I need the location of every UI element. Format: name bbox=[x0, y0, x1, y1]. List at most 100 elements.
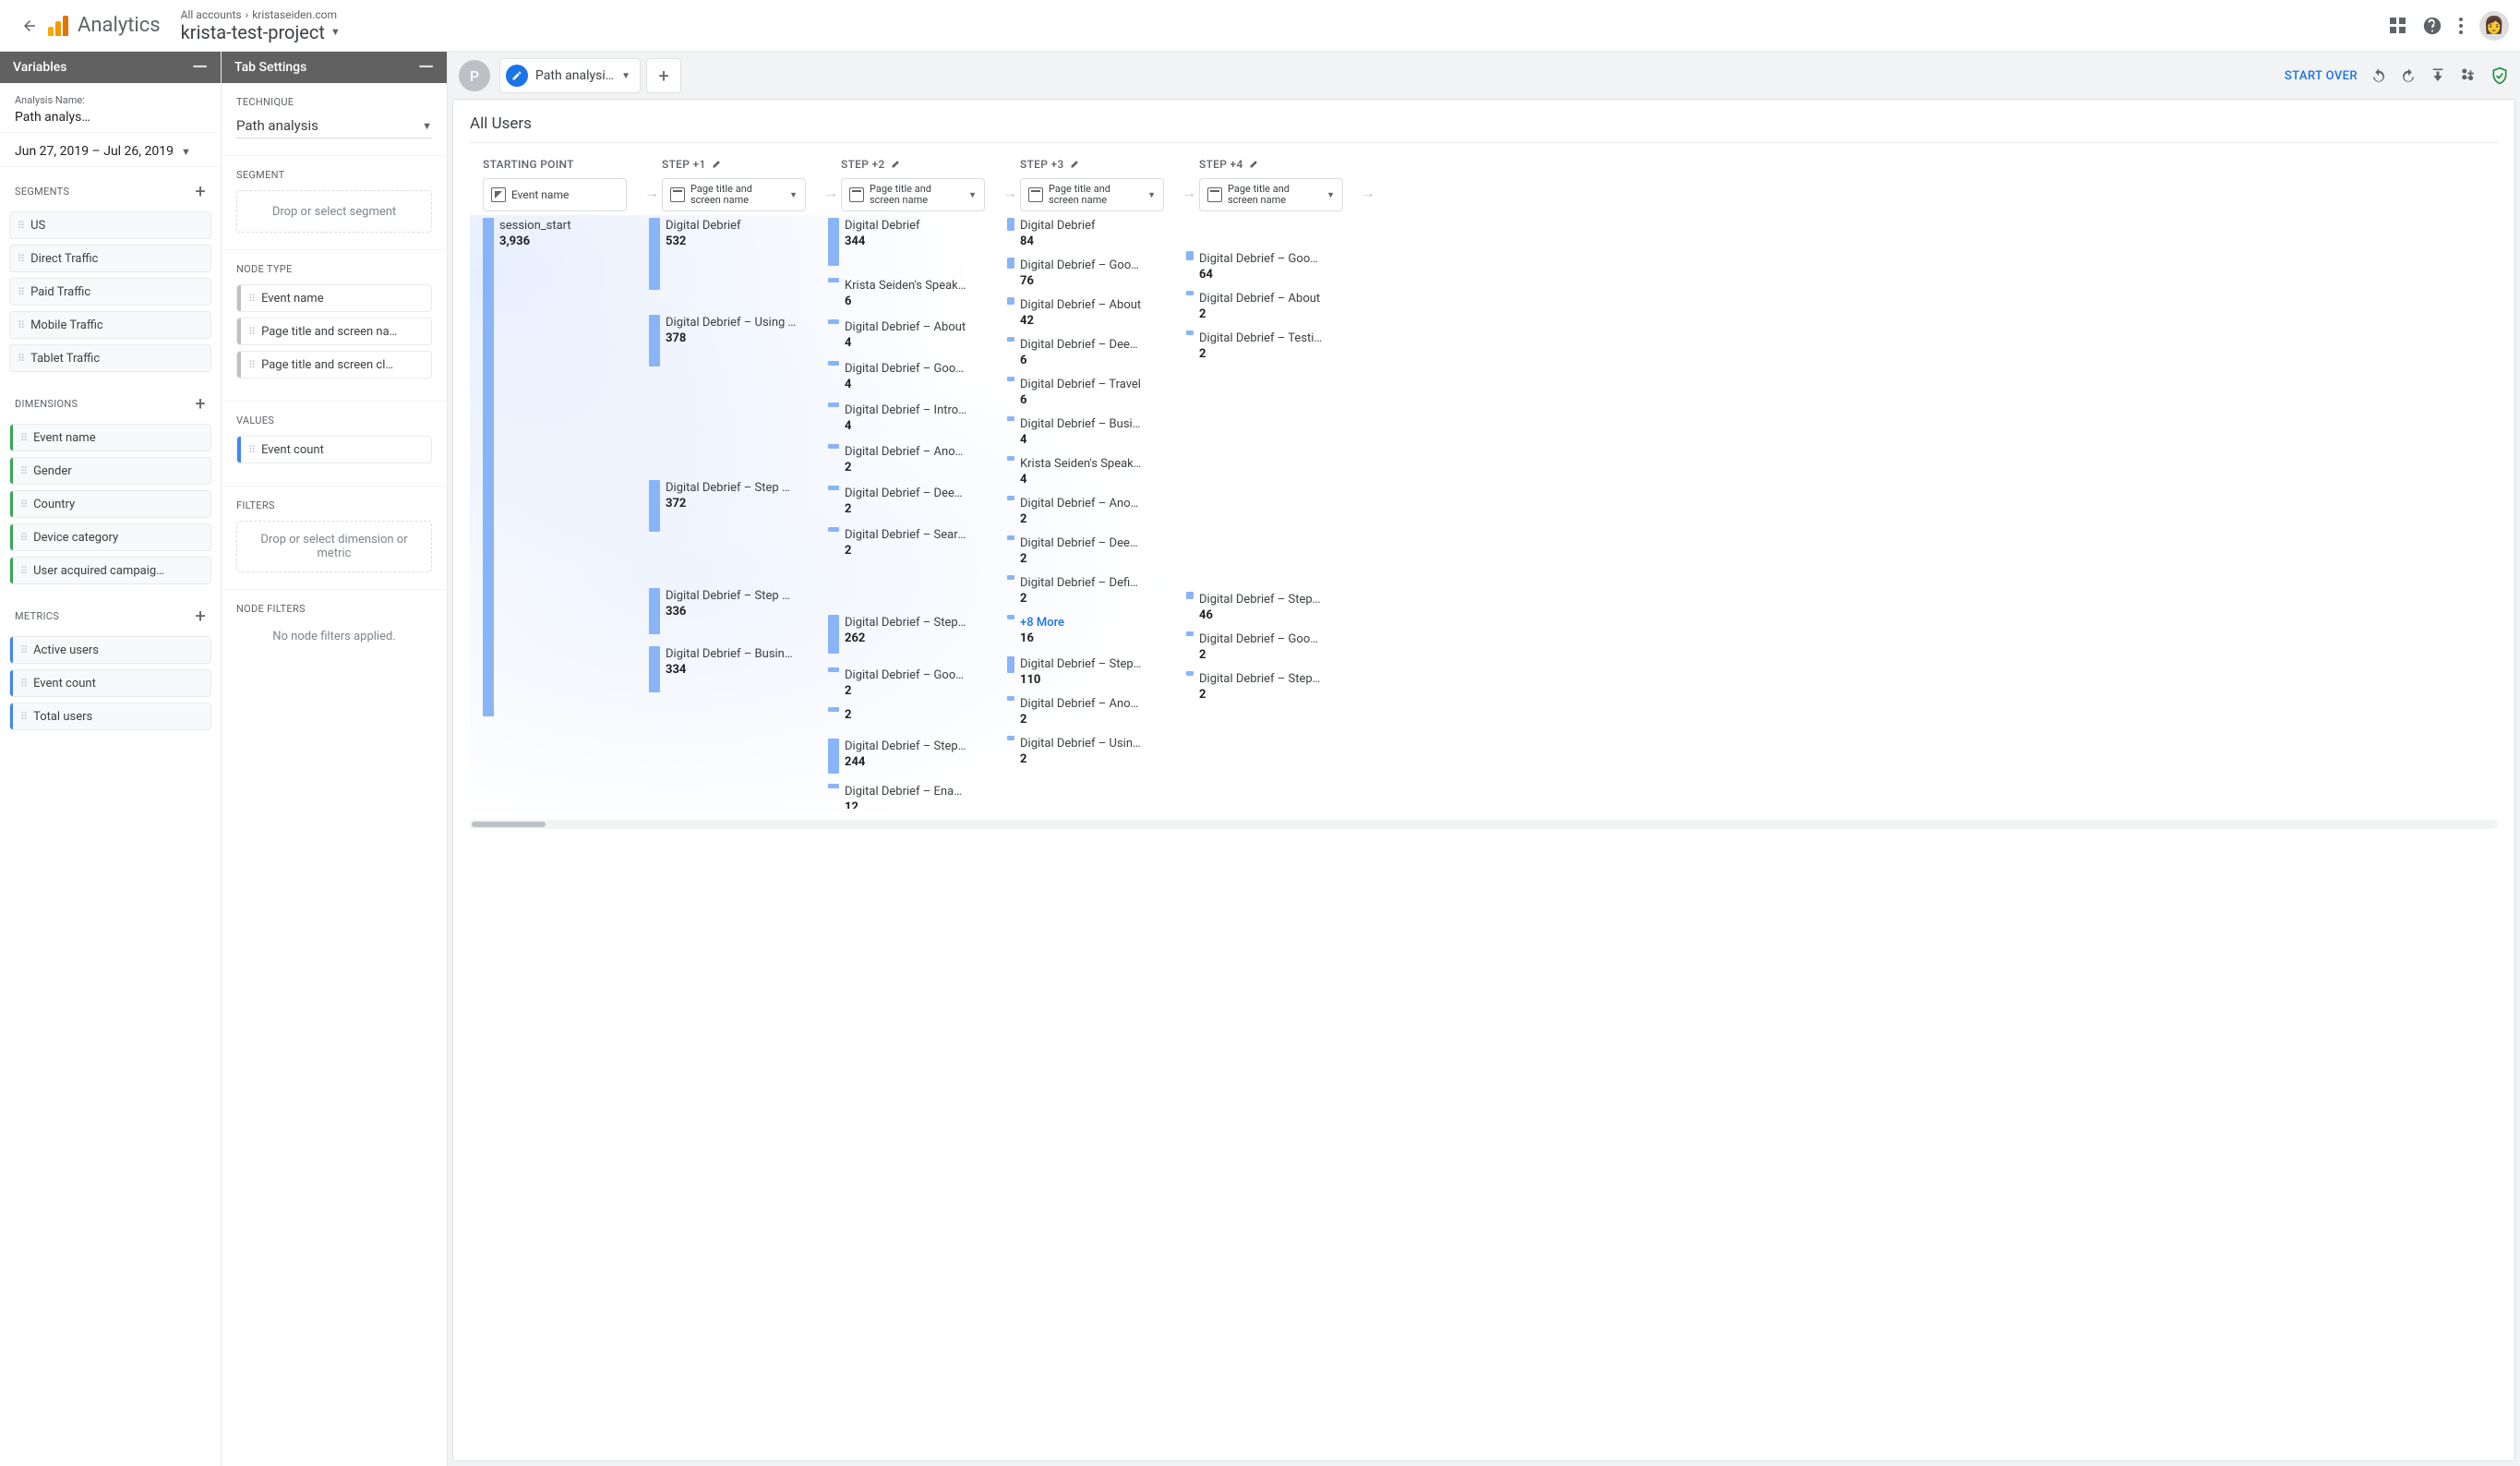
add-segment-icon[interactable]: + bbox=[195, 180, 206, 202]
kebab-menu-icon[interactable] bbox=[2459, 18, 2463, 34]
path-node[interactable]: Digital Debrief – Anom… 2 bbox=[828, 441, 987, 481]
path-node-title: Digital Debrief – Travel bbox=[1020, 377, 1141, 392]
analysis-name-value[interactable]: Path analys… bbox=[15, 110, 206, 125]
path-node[interactable]: Digital Debrief – Good… 2 bbox=[828, 665, 987, 704]
path-node[interactable]: Digital Debrief – Step-… 2 bbox=[1186, 668, 1345, 708]
path-node[interactable]: Digital Debrief – Deep-… 6 bbox=[1007, 334, 1166, 374]
chip-item[interactable]: ⠿Tablet Traffic bbox=[9, 344, 211, 372]
chip-item[interactable]: ⠿Event count bbox=[9, 669, 211, 697]
pencil-icon[interactable] bbox=[1249, 158, 1260, 172]
path-node[interactable]: Digital Debrief – Step … 244 bbox=[828, 736, 987, 779]
path-node[interactable]: Digital Debrief – Step … 262 bbox=[828, 612, 987, 659]
pencil-icon[interactable] bbox=[712, 158, 723, 172]
chip-item[interactable]: ⠿Active users bbox=[9, 636, 211, 664]
path-node[interactable]: Digital Debrief – About 2 bbox=[1186, 288, 1345, 328]
back-arrow-icon[interactable] bbox=[11, 18, 48, 34]
path-node[interactable]: Digital Debrief – Busin… 4 bbox=[1007, 414, 1166, 453]
chip-item[interactable]: ⠿Gender bbox=[9, 457, 211, 485]
download-icon[interactable] bbox=[2430, 67, 2446, 84]
nodetype-chip[interactable]: ⠿Page title and screen cl… bbox=[236, 351, 432, 379]
filters-dropzone[interactable]: Drop or select dimension or metric bbox=[236, 521, 432, 572]
path-node[interactable]: Digital Debrief 84 bbox=[1007, 215, 1166, 255]
path-node-count: 16 bbox=[1020, 631, 1064, 646]
start-over-button[interactable]: START OVER bbox=[2285, 69, 2358, 83]
starting-point-label: STARTING POINT bbox=[483, 158, 574, 171]
chip-item[interactable]: ⠿Mobile Traffic bbox=[9, 311, 211, 339]
preview-badge[interactable]: P bbox=[459, 60, 490, 91]
chip-item[interactable]: ⠿Direct Traffic bbox=[9, 245, 211, 272]
path-node[interactable]: Digital Debrief – About 42 bbox=[1007, 294, 1166, 334]
apps-icon[interactable] bbox=[2390, 18, 2406, 33]
path-node[interactable]: Digital Debrief – Using … 2 bbox=[1007, 733, 1166, 773]
path-node[interactable]: Digital Debrief – Good… 4 bbox=[828, 358, 987, 398]
chevron-down-icon[interactable]: ▼ bbox=[621, 71, 630, 81]
add-metric-icon[interactable]: + bbox=[195, 605, 206, 627]
path-node[interactable]: Digital Debrief – Good… 2 bbox=[1186, 629, 1345, 668]
chip-item[interactable]: ⠿Event name bbox=[9, 424, 211, 451]
path-node[interactable]: Digital Debrief – Step … 336 bbox=[649, 585, 808, 640]
redo-icon[interactable] bbox=[2400, 67, 2417, 84]
path-node[interactable]: Digital Debrief – Testi… 2 bbox=[1186, 328, 1345, 367]
nodetype-chip[interactable]: ⠿Page title and screen na… bbox=[236, 318, 432, 345]
starting-point-dropdown[interactable]: Event name bbox=[483, 178, 627, 211]
add-dimension-icon[interactable]: + bbox=[195, 392, 206, 415]
share-icon[interactable] bbox=[2459, 66, 2478, 85]
values-chip[interactable]: ⠿ Event count bbox=[236, 436, 432, 463]
collapse-variables-icon[interactable]: — bbox=[192, 56, 208, 79]
analytics-logo[interactable]: Analytics bbox=[48, 14, 181, 37]
path-node[interactable]: Digital Debrief – Anom… 2 bbox=[1007, 693, 1166, 733]
breadcrumb-account[interactable]: kristaseiden.com bbox=[252, 8, 337, 21]
horizontal-scrollbar[interactable] bbox=[470, 820, 2498, 829]
add-tab-button[interactable]: + bbox=[646, 58, 681, 93]
path-node[interactable]: Digital Debrief – Defini… 2 bbox=[1007, 572, 1166, 612]
path-node[interactable]: Digital Debrief – Step … 46 bbox=[1186, 589, 1345, 629]
chip-item[interactable]: ⠿US bbox=[9, 211, 211, 239]
segment-dropzone[interactable]: Drop or select segment bbox=[236, 190, 432, 233]
path-node[interactable]: Digital Debrief – About 4 bbox=[828, 317, 987, 356]
path-node[interactable]: Digital Debrief – Step … 110 bbox=[1007, 654, 1166, 693]
path-node[interactable]: Digital Debrief – Anom… 2 bbox=[1007, 493, 1166, 533]
path-node[interactable]: Krista Seiden's Speaki… 4 bbox=[1007, 453, 1166, 493]
more-link[interactable]: +8 More bbox=[1020, 615, 1064, 631]
path-node[interactable]: Digital Debrief 532 bbox=[649, 215, 808, 295]
breadcrumb-accounts[interactable]: All accounts bbox=[181, 8, 242, 21]
collapse-settings-icon[interactable]: — bbox=[418, 56, 434, 79]
path-node[interactable]: Digital Debrief 344 bbox=[828, 215, 987, 271]
path-node[interactable]: +8 More 16 bbox=[1007, 612, 1166, 652]
path-node[interactable]: Digital Debrief – Deep-… 2 bbox=[828, 483, 987, 523]
date-range-dropdown[interactable]: Jun 27, 2019 – Jul 26, 2019 ▼ bbox=[15, 144, 206, 159]
step4-dropdown[interactable]: Page title and screen name▼ bbox=[1199, 178, 1343, 211]
step3-dropdown[interactable]: Page title and screen name▼ bbox=[1020, 178, 1164, 211]
undo-icon[interactable] bbox=[2370, 67, 2387, 84]
path-node[interactable]: Digital Debrief – Travel 6 bbox=[1007, 374, 1166, 414]
path-node[interactable]: Digital Debrief – Step … 372 bbox=[649, 477, 808, 537]
path-node[interactable]: Digital Debrief – Introd… 4 bbox=[828, 400, 987, 439]
path-node[interactable]: Digital Debrief – Enabl… 12 bbox=[828, 781, 987, 814]
chip-item[interactable]: ⠿User acquired campaig… bbox=[9, 557, 211, 584]
breadcrumb[interactable]: All accounts › kristaseiden.com bbox=[181, 8, 341, 21]
chip-item[interactable]: ⠿Device category bbox=[9, 523, 211, 551]
step1-dropdown[interactable]: Page title and screen name▼ bbox=[662, 178, 806, 211]
path-node[interactable]: Digital Debrief – Busin… 334 bbox=[649, 643, 808, 698]
path-node[interactable]: Digital Debrief – Good… 76 bbox=[1007, 255, 1166, 294]
nodetype-chip[interactable]: ⠿Event name bbox=[236, 284, 432, 312]
path-node[interactable]: Digital Debrief – Using … 378 bbox=[649, 312, 808, 372]
path-node[interactable]: Krista Seiden's Speaki… 6 bbox=[828, 275, 987, 315]
step2-dropdown[interactable]: Page title and screen name▼ bbox=[841, 178, 985, 211]
technique-dropdown[interactable]: Path analysis ▼ bbox=[236, 117, 432, 138]
path-node[interactable]: Digital Debrief – Searc… 2 bbox=[828, 524, 987, 564]
path-node[interactable]: Digital Debrief – Good… 64 bbox=[1186, 248, 1345, 288]
help-icon[interactable] bbox=[2422, 16, 2442, 36]
chip-item[interactable]: ⠿Paid Traffic bbox=[9, 278, 211, 306]
property-dropdown[interactable]: krista-test-project ▼ bbox=[181, 21, 341, 43]
avatar[interactable]: 👩 bbox=[2479, 11, 2509, 41]
pencil-icon[interactable] bbox=[1070, 158, 1081, 172]
path-node[interactable]: 2 bbox=[828, 704, 987, 728]
chip-item[interactable]: ⠿Country bbox=[9, 490, 211, 518]
shield-check-icon[interactable] bbox=[2490, 66, 2509, 85]
path-node[interactable]: Digital Debrief – Deep-… 2 bbox=[1007, 533, 1166, 572]
chip-item[interactable]: ⠿Total users bbox=[9, 703, 211, 730]
path-node[interactable]: session_start 3,936 bbox=[483, 215, 629, 722]
analysis-tab[interactable]: Path analysi… ▼ bbox=[499, 58, 641, 93]
pencil-icon[interactable] bbox=[891, 158, 902, 172]
